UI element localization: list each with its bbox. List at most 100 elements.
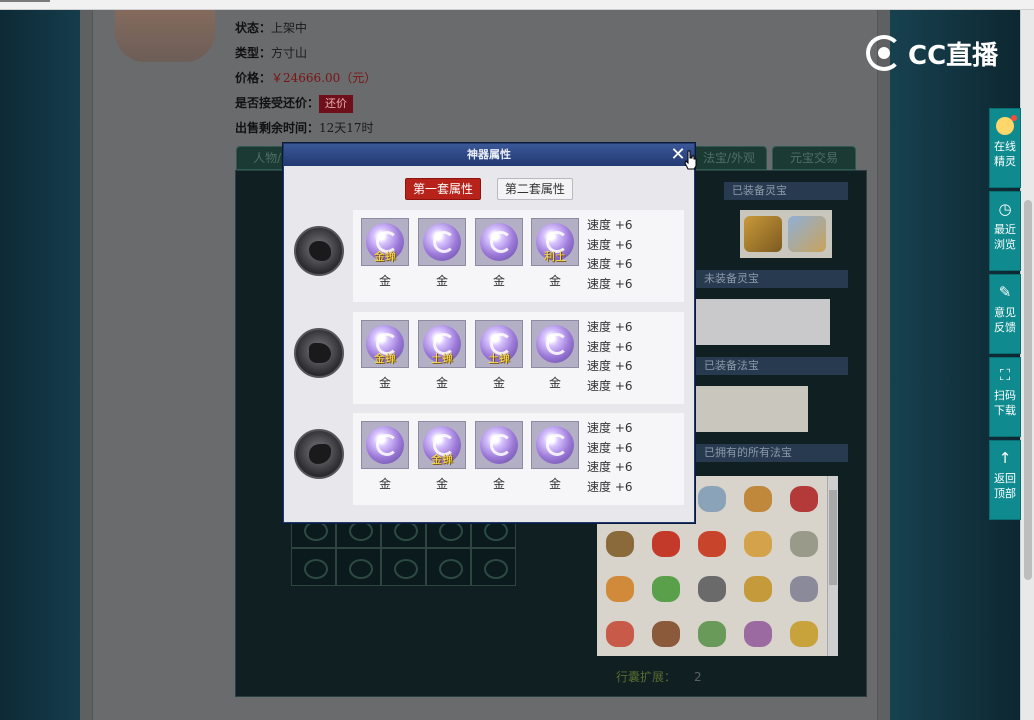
scrollbar-thumb[interactable] xyxy=(1024,200,1032,580)
character-avatar xyxy=(115,10,215,62)
sidebar-label: 返回 xyxy=(994,472,1016,485)
gem-slot[interactable]: 金蝉 xyxy=(361,218,409,266)
tab-appearance[interactable]: 法宝/外观 xyxy=(691,146,767,170)
gem-tag: 金蝉 xyxy=(374,250,396,263)
stat-line: 速度 +6 xyxy=(587,237,633,252)
sidebar-label: 浏览 xyxy=(994,238,1016,251)
gem-icon xyxy=(480,426,518,464)
price-label: 价格： xyxy=(235,71,272,85)
grid-cell[interactable] xyxy=(381,548,426,586)
inventory-item[interactable] xyxy=(597,521,643,566)
sidebar-item-recent[interactable]: ◷ 最近 浏览 xyxy=(989,191,1021,271)
inventory-item[interactable] xyxy=(689,611,735,656)
lingbao-item-1[interactable] xyxy=(744,216,782,252)
scan-icon: ⛶ xyxy=(999,366,1011,384)
inventory-item[interactable] xyxy=(643,611,689,656)
sidebar-item-online-helper[interactable]: 在线 精灵 xyxy=(989,108,1021,188)
set-card: 金蝉 金 金 金 金 速度 +6 速度 +6 速度 +6 速度 +6 xyxy=(353,413,684,505)
stat-line: 速度 +6 xyxy=(587,276,633,291)
sidebar-label: 反馈 xyxy=(994,321,1016,334)
page-scrollbar[interactable] xyxy=(1020,10,1034,720)
status-row: 状态：上架中 xyxy=(235,18,376,43)
gem-element-label: 金 xyxy=(378,274,391,288)
set-stats: 速度 +6 速度 +6 速度 +6 速度 +6 xyxy=(587,318,633,396)
set-row-3: 金蝉 金 金 金 金 速度 +6 速度 +6 速度 +6 速度 +6 xyxy=(290,413,690,509)
equipped-lingbao-head: 已装备灵宝 xyxy=(724,182,848,200)
inventory-item[interactable] xyxy=(643,521,689,566)
grid-cell[interactable] xyxy=(426,548,471,586)
arrow-up-icon: ↑ xyxy=(998,449,1012,467)
sidebar-item-back-to-top[interactable]: ↑ 返回 顶部 xyxy=(989,440,1021,520)
floating-sidebar: 在线 精灵 ◷ 最近 浏览 ✎ 意见 反馈 ⛶ 扫码 下载 ↑ 返回 顶部 xyxy=(989,108,1021,523)
stat-line: 速度 +6 xyxy=(587,218,633,232)
inventory-item[interactable] xyxy=(781,476,827,521)
bargain-row: 是否接受还价： 还价 xyxy=(235,93,376,118)
gem-slot[interactable] xyxy=(361,421,409,469)
bargain-button[interactable]: 还价 xyxy=(319,95,354,113)
bag-extension-label: 行囊扩展： xyxy=(616,670,677,684)
page-background-left xyxy=(0,10,80,720)
status-label: 状态： xyxy=(235,21,272,35)
notification-dot xyxy=(1011,115,1017,121)
inventory-item[interactable] xyxy=(643,566,689,611)
inventory-item[interactable] xyxy=(735,521,781,566)
inventory-item[interactable] xyxy=(781,566,827,611)
set-stats: 速度 +6 速度 +6 速度 +6 速度 +6 xyxy=(587,216,633,294)
tab-set-1[interactable]: 第一套属性 xyxy=(405,178,482,200)
stat-line: 速度 +6 xyxy=(587,421,633,435)
inventory-item[interactable] xyxy=(597,566,643,611)
inventory-scrollbar[interactable] xyxy=(827,476,838,656)
price-row: 价格：￥24666.00（元） xyxy=(235,68,376,93)
inventory-item[interactable] xyxy=(735,566,781,611)
grid-cell[interactable] xyxy=(471,548,516,586)
set-tabs: 第一套属性 第二套属性 xyxy=(405,178,585,200)
lingbao-item-2[interactable] xyxy=(788,216,826,252)
set-row-1: 金蝉 利土 金 金 金 金 速度 +6 速度 +6 速度 +6 速度 +6 xyxy=(290,210,690,306)
grid-cell[interactable] xyxy=(336,548,381,586)
cc-logo-icon xyxy=(866,35,902,71)
stat-line: 速度 +6 xyxy=(587,320,633,334)
gem-slot[interactable] xyxy=(531,320,579,368)
cc-logo-text: CC直播 xyxy=(908,40,999,71)
inventory-item[interactable] xyxy=(689,566,735,611)
gem-icon xyxy=(423,223,461,261)
gem-element-label: 金 xyxy=(378,477,391,491)
artifact-shape-icon xyxy=(294,429,344,479)
gem-slot[interactable]: 土蝉 xyxy=(418,320,466,368)
inventory-item[interactable] xyxy=(689,476,735,521)
tab-set-2[interactable]: 第二套属性 xyxy=(496,178,573,200)
gem-slot[interactable] xyxy=(475,421,523,469)
inventory-item[interactable] xyxy=(735,611,781,656)
equipped-fabao-head: 已装备法宝 xyxy=(696,357,848,375)
gem-element-label: 金 xyxy=(492,477,505,491)
gem-element-label: 金 xyxy=(548,274,561,288)
gem-icon xyxy=(366,426,404,464)
sidebar-label: 意见 xyxy=(994,306,1016,319)
gem-slot[interactable] xyxy=(531,421,579,469)
inventory-scroll-thumb[interactable] xyxy=(829,490,837,585)
tab-yuanbao[interactable]: 元宝交易 xyxy=(772,146,856,170)
inventory-item[interactable] xyxy=(735,476,781,521)
gem-slot[interactable]: 金蝉 xyxy=(361,320,409,368)
unequipped-lingbao-box xyxy=(696,299,830,345)
gem-slot[interactable] xyxy=(475,218,523,266)
gem-element-label: 金 xyxy=(492,376,505,390)
inventory-item[interactable] xyxy=(781,611,827,656)
gem-slot[interactable]: 利土 xyxy=(531,218,579,266)
inventory-item[interactable] xyxy=(597,611,643,656)
all-fabao-head: 已拥有的所有法宝 xyxy=(696,444,848,462)
inventory-item[interactable] xyxy=(689,521,735,566)
stat-line: 速度 +6 xyxy=(587,339,633,354)
gem-tag: 利土 xyxy=(544,250,566,263)
inventory-item[interactable] xyxy=(781,521,827,566)
gem-slot[interactable]: 土蝉 xyxy=(475,320,523,368)
sidebar-item-feedback[interactable]: ✎ 意见 反馈 xyxy=(989,274,1021,354)
type-value: 方寸山 xyxy=(271,46,308,60)
gem-slot[interactable] xyxy=(418,218,466,266)
sidebar-item-download[interactable]: ⛶ 扫码 下载 xyxy=(989,357,1021,437)
grid-cell[interactable] xyxy=(291,548,336,586)
type-row: 类型：方寸山 xyxy=(235,43,376,68)
sidebar-label: 下载 xyxy=(994,404,1016,417)
stat-line: 速度 +6 xyxy=(587,440,633,455)
gem-slot[interactable]: 金蝉 xyxy=(418,421,466,469)
